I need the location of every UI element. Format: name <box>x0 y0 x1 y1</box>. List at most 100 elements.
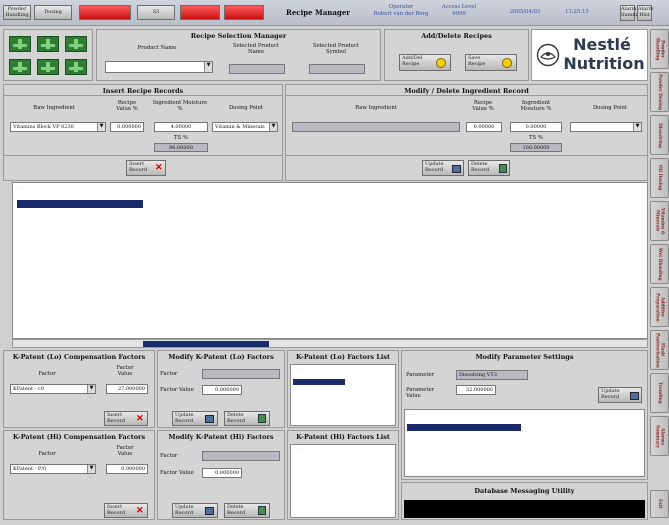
tab-exit[interactable]: Exit <box>650 490 669 518</box>
alarm-box-3[interactable] <box>224 5 264 20</box>
tab-powder-dosing[interactable]: Powder Dosing <box>650 72 669 112</box>
line-4-icon[interactable] <box>9 59 31 75</box>
hi-factor-label: Factor <box>38 451 56 457</box>
lo-selected-row[interactable] <box>293 379 345 385</box>
tab-flash-pasteurisation[interactable]: Flash Pasteurisation <box>650 330 669 370</box>
hi-update-record-label: Update Record <box>175 504 194 516</box>
hi-factor-value-input[interactable]: 0.000000 <box>106 464 148 474</box>
line-2-icon[interactable] <box>37 36 59 52</box>
parameter-selected-row[interactable] <box>407 424 521 431</box>
selected-product-symbol-label: Selected Product Symbol <box>312 43 360 56</box>
lo-factors-list[interactable]: · · · · <box>290 364 396 426</box>
hi-delete-record-button[interactable]: Delete Record <box>224 503 270 518</box>
raw-ingredient-value: Vitamins Block VP 0230 <box>13 124 74 130</box>
lo-compensation-panel: K-Patent (Lo) Compensation Factors Facto… <box>3 350 155 428</box>
param-update-record-label: Update Record <box>601 388 620 400</box>
hi-factors-list[interactable]: · · · · <box>290 444 396 518</box>
lo-delete-record-label: Delete Record <box>227 412 246 424</box>
alarm-box-1[interactable] <box>79 5 131 20</box>
product-name-select[interactable]: ▼ <box>105 61 213 73</box>
moisture-input[interactable]: 4.00000 <box>154 122 208 132</box>
insert-record-button[interactable]: Insert Record ✕ <box>126 160 166 176</box>
time-display: 11:25:15 <box>565 9 589 15</box>
line-1-icon[interactable] <box>9 36 31 52</box>
lo-factor-select[interactable]: KPatent - c0 ▼ <box>10 384 96 394</box>
tab-wet-blending[interactable]: Wet Blending <box>650 244 669 284</box>
access-level-value: 9999 <box>452 11 466 17</box>
lo-delete-record-button[interactable]: Delete Record <box>224 411 270 426</box>
tab-additive-preparation[interactable]: Additive Preparation <box>650 287 669 327</box>
hi-mod-value-input[interactable]: 0.000000 <box>202 468 242 478</box>
tab-vitamins-minerals[interactable]: Vitamins & Minerals <box>650 201 669 241</box>
selected-product-name-field <box>229 64 285 74</box>
lo-factor-value-input[interactable]: 27.000000 <box>106 384 148 394</box>
hi-insert-record-button[interactable]: Insert Record ✕ <box>104 503 148 518</box>
raw-ingredient-select[interactable]: Vitamins Block VP 0230 ▼ <box>10 122 106 132</box>
modify-delete-records-panel: Modify / Delete Ingredient Record Raw In… <box>285 84 648 181</box>
lo-factor-value-label: Factor Value <box>116 365 134 378</box>
hi-factor-value-label: Factor Value <box>116 445 134 458</box>
tab-oil-dosing[interactable]: Oil Dosing <box>650 158 669 198</box>
delete-record-button[interactable]: Delete Record <box>468 160 510 176</box>
param-update-record-button[interactable]: Update Record <box>598 387 642 403</box>
line-6-icon[interactable] <box>65 59 87 75</box>
chevron-down-icon: ▼ <box>633 123 641 131</box>
tab-trending[interactable]: Trending <box>650 373 669 413</box>
hi-modify-panel: Modify K-Patent (Hi) Factors Factor Fact… <box>157 430 285 520</box>
tab-dissolving[interactable]: Dissolving <box>650 115 669 155</box>
parameter-list[interactable]: · · · · · <box>404 409 645 477</box>
trash-icon <box>258 506 266 515</box>
database-message-display <box>404 500 645 518</box>
insert-records-divider <box>4 155 282 156</box>
line-3-icon[interactable] <box>65 36 87 52</box>
lo-mod-value-label: Factor Value <box>160 387 194 393</box>
lo-mod-value-input[interactable]: 0.000000 <box>202 385 242 395</box>
hi-modify-title: Modify K-Patent (Hi) Factors <box>168 433 274 441</box>
tab-alarms-summary[interactable]: Alarms Summary <box>650 416 669 456</box>
recipe-manager-screen: Powder Handling Dosing S3 Recipe Manager… <box>0 0 669 525</box>
recipe-selection-panel: Recipe Selection Manager Product Name ▼ … <box>96 29 381 81</box>
col-raw-ingredient: Raw Ingredient <box>33 105 75 111</box>
hi-factor-select[interactable]: KPatent - P/0 ▼ <box>10 464 96 474</box>
insert-record-label: Insert Record <box>129 161 148 173</box>
update-record-button[interactable]: Update Record <box>422 160 464 176</box>
line-5-icon[interactable] <box>37 59 59 75</box>
selected-list-row[interactable] <box>17 200 143 208</box>
alarm-history-button[interactable]: Alarm Hist <box>637 5 653 21</box>
powder-handling-button[interactable]: Powder Handling <box>3 5 31 20</box>
alarm-summary-button[interactable]: Alarm Summ <box>620 5 637 21</box>
hi-mod-factor-field <box>202 451 280 461</box>
nest-icon <box>536 43 560 67</box>
recipe-selection-title: Recipe Selection Manager <box>190 32 287 40</box>
hi-factors-list-panel: K-Patent (Hi) Factors List · · · · <box>287 430 399 520</box>
update-icon <box>205 415 214 423</box>
list-header: · · · · · <box>15 185 27 190</box>
hi-update-record-button[interactable]: Update Record <box>172 503 218 518</box>
alarm-box-2[interactable] <box>180 5 220 20</box>
recipe-records-list[interactable]: · · · · · <box>12 182 648 339</box>
dosing-button[interactable]: Dosing <box>34 5 72 20</box>
lo-update-record-button[interactable]: Update Record <box>172 411 218 426</box>
add-delete-recipe-button[interactable]: Add/Del Recipe <box>399 54 451 71</box>
scrollbar-thumb[interactable] <box>143 341 269 347</box>
mod-col-recipe-value: Recipe Value % <box>472 100 494 113</box>
dosing-point-select[interactable]: Vitamin & Minerals ▼ <box>212 122 278 132</box>
update-icon <box>630 392 639 400</box>
operator-name: Robert van der Berg <box>373 11 429 17</box>
red-x-icon: ✕ <box>136 414 144 424</box>
insert-records-title: Insert Recipe Records <box>4 85 282 96</box>
mod-dosing-point-select[interactable]: ▼ <box>570 122 642 132</box>
database-messaging-panel: Database Messaging Utility <box>401 482 648 520</box>
mod-recipe-value-input[interactable]: 0.00000 <box>466 122 502 132</box>
recipe-value-input[interactable]: 0.000000 <box>110 122 144 132</box>
lo-compensation-title: K-Patent (Lo) Compensation Factors <box>12 353 146 361</box>
save-recipe-button[interactable]: Save Recipe <box>465 54 517 71</box>
mod-moisture-input[interactable]: 0.00000 <box>510 122 562 132</box>
parameter-value-input[interactable]: 32.000000 <box>456 385 496 395</box>
records-list-scrollbar[interactable] <box>12 339 648 348</box>
lo-insert-record-button[interactable]: Insert Record ✕ <box>104 411 148 426</box>
alarm-box-s3[interactable]: S3 <box>137 5 175 20</box>
tab-powder-handling[interactable]: Powder Handling <box>650 29 669 69</box>
mod-col-raw-ingredient: Raw Ingredient <box>355 105 397 111</box>
hi-list-header: · · · · <box>293 447 302 452</box>
